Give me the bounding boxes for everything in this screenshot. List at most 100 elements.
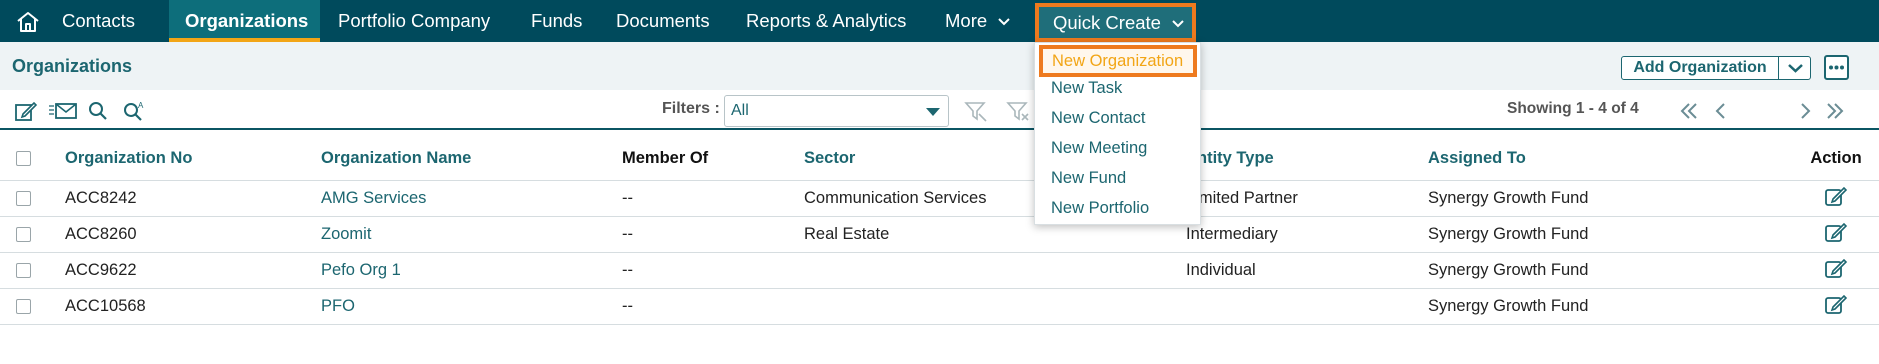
- chevron-down-icon: [1788, 64, 1803, 73]
- caret-down-icon: [926, 108, 940, 116]
- member-of: --: [622, 252, 804, 289]
- organization-no: ACC8242: [65, 180, 321, 217]
- row-select-cell: [0, 216, 65, 253]
- chevron-down-icon: [1172, 20, 1184, 28]
- column-header-assigned-to[interactable]: Assigned To: [1428, 137, 1793, 181]
- nav-item-label: Contacts: [62, 10, 136, 31]
- menu-item-new-contact[interactable]: New Contact: [1051, 109, 1145, 128]
- edit-icon[interactable]: [1824, 257, 1848, 279]
- assigned-to: Synergy Growth Fund: [1428, 180, 1793, 217]
- entity-type: [1186, 288, 1428, 325]
- previous-page-icon[interactable]: [1711, 100, 1731, 122]
- nav-item-organizations[interactable]: Organizations: [169, 0, 320, 42]
- column-header-organization-no[interactable]: Organization No: [65, 137, 321, 181]
- last-page-icon[interactable]: [1825, 100, 1845, 122]
- column-header-entity-type[interactable]: Entity Type: [1186, 137, 1428, 181]
- member-of: --: [622, 216, 804, 253]
- table-row: ACC8260 Zoomit -- Real Estate Intermedia…: [0, 216, 1879, 253]
- nav-item-label: Funds: [531, 10, 583, 31]
- entity-type: Limited Partner: [1186, 180, 1428, 217]
- row-select-cell: [0, 288, 65, 325]
- first-page-icon[interactable]: [1679, 100, 1699, 122]
- organization-no: ACC10568: [65, 288, 321, 325]
- column-header-organization-name[interactable]: Organization Name: [321, 137, 622, 181]
- table-row: ACC9622 Pefo Org 1 -- Individual Synergy…: [0, 252, 1879, 289]
- row-checkbox[interactable]: [16, 226, 31, 242]
- filters-label: Filters :: [662, 100, 720, 117]
- chevron-down-icon: [998, 18, 1011, 26]
- action-cell: [1793, 288, 1879, 325]
- organization-no: ACC8260: [65, 216, 321, 253]
- nav-item-label: Reports & Analytics: [746, 10, 907, 31]
- entity-type: Individual: [1186, 252, 1428, 289]
- row-checkbox[interactable]: [16, 190, 31, 206]
- nav-item-portfolio-company[interactable]: Portfolio Company: [338, 0, 490, 42]
- more-options-icon: [1829, 65, 1844, 70]
- add-organization-button-group: Add Organization: [1621, 56, 1811, 80]
- organization-name-link[interactable]: Pefo Org 1: [321, 252, 622, 289]
- action-cell: [1793, 252, 1879, 289]
- assigned-to: Synergy Growth Fund: [1428, 216, 1793, 253]
- nav-item-reports-analytics[interactable]: Reports & Analytics: [746, 0, 906, 42]
- menu-item-new-meeting[interactable]: New Meeting: [1051, 139, 1147, 158]
- top-navigation: Contacts Organizations Portfolio Company…: [0, 0, 1879, 42]
- action-cell: [1793, 180, 1879, 217]
- organization-name-link[interactable]: AMG Services: [321, 180, 622, 217]
- quick-create-button[interactable]: Quick Create: [1035, 3, 1196, 42]
- nav-item-label: Portfolio Company: [338, 10, 491, 31]
- assigned-to: Synergy Growth Fund: [1428, 288, 1793, 325]
- menu-item-new-fund[interactable]: New Fund: [1051, 169, 1126, 188]
- row-select-cell: [0, 252, 65, 289]
- more-options-button[interactable]: [1824, 55, 1849, 80]
- add-organization-button[interactable]: Add Organization: [1622, 57, 1779, 79]
- column-header-member-of: Member Of: [622, 137, 804, 181]
- page-title: Organizations: [12, 56, 133, 76]
- row-checkbox[interactable]: [16, 262, 31, 278]
- home-icon[interactable]: [14, 10, 42, 34]
- member-of: --: [622, 288, 804, 325]
- assigned-to: Synergy Growth Fund: [1428, 252, 1793, 289]
- table-row: ACC8242 AMG Services -- Communication Se…: [0, 180, 1879, 217]
- edit-icon[interactable]: [1824, 221, 1848, 243]
- quick-create-menu: New Organization New Task New Contact Ne…: [1034, 42, 1201, 225]
- advanced-search-icon[interactable]: A: [122, 100, 146, 122]
- pagination-summary: Showing 1 - 4 of 4: [1507, 100, 1639, 117]
- nav-item-label: More: [945, 10, 988, 31]
- menu-item-new-organization[interactable]: New Organization: [1039, 45, 1197, 77]
- nav-item-documents[interactable]: Documents: [616, 0, 710, 42]
- menu-item-new-task[interactable]: New Task: [1051, 79, 1122, 98]
- select-all-checkbox[interactable]: [16, 150, 31, 166]
- select-all-cell: [0, 137, 65, 181]
- nav-item-label: Documents: [616, 10, 710, 31]
- organizations-table: Organization No Organization Name Member…: [0, 137, 1879, 325]
- next-page-icon[interactable]: [1795, 100, 1815, 122]
- edit-icon[interactable]: [1824, 293, 1848, 315]
- search-icon[interactable]: [86, 100, 110, 122]
- email-icon[interactable]: [48, 100, 78, 122]
- add-organization-dropdown-toggle[interactable]: [1780, 57, 1811, 79]
- quick-create-label: Quick Create: [1053, 12, 1161, 33]
- action-cell: [1793, 216, 1879, 253]
- edit-icon[interactable]: [1824, 185, 1848, 207]
- table-header-row: Organization No Organization Name Member…: [0, 137, 1879, 181]
- page-header: [0, 42, 1879, 90]
- menu-item-new-portfolio[interactable]: New Portfolio: [1051, 199, 1149, 218]
- nav-item-label: Organizations: [185, 10, 309, 31]
- clear-filter-icon[interactable]: [1006, 100, 1030, 122]
- nav-item-funds[interactable]: Funds: [531, 0, 582, 42]
- entity-type: Intermediary: [1186, 216, 1428, 253]
- organization-name-link[interactable]: PFO: [321, 288, 622, 325]
- organization-name-link[interactable]: Zoomit: [321, 216, 622, 253]
- sector: [804, 288, 1186, 325]
- nav-item-more[interactable]: More: [945, 0, 1011, 42]
- svg-text:A: A: [138, 101, 144, 110]
- filters-selected-value: All: [731, 102, 749, 119]
- filter-icon[interactable]: [964, 100, 988, 122]
- row-checkbox[interactable]: [16, 298, 31, 314]
- nav-item-contacts[interactable]: Contacts: [62, 0, 135, 42]
- sector: [804, 252, 1186, 289]
- table-row: ACC10568 PFO -- Synergy Growth Fund: [0, 288, 1879, 325]
- filters-select[interactable]: All: [724, 95, 949, 127]
- organization-no: ACC9622: [65, 252, 321, 289]
- edit-icon[interactable]: [14, 100, 38, 122]
